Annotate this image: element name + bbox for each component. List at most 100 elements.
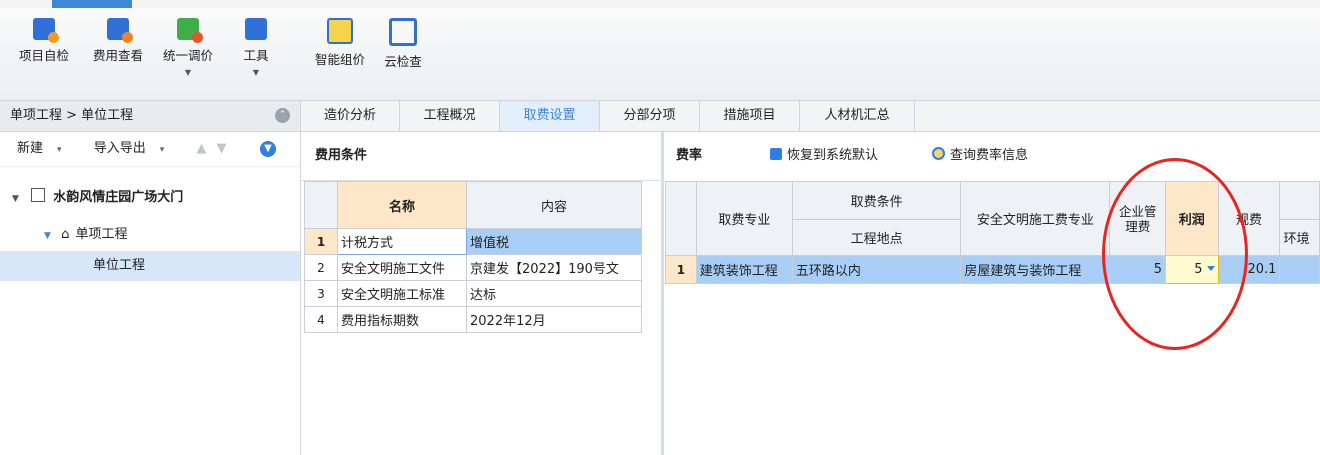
column-header-name: 名称 bbox=[337, 181, 467, 229]
row-number: 4 bbox=[304, 306, 338, 333]
project-self-check-label: 项目自检 bbox=[18, 48, 69, 63]
cell-location[interactable]: 五环路以内 bbox=[791, 255, 962, 284]
restore-label: 恢复到系统默认 bbox=[787, 148, 879, 163]
cell-name[interactable]: 安全文明施工文件 bbox=[337, 254, 467, 281]
column-header-group bbox=[1279, 181, 1320, 220]
tools-icon bbox=[245, 18, 267, 40]
row-number-header bbox=[304, 181, 338, 229]
cell-mgmt[interactable]: 5 bbox=[1109, 255, 1167, 284]
breadcrumb: 单项工程 > 单位工程 ⌃ bbox=[0, 101, 300, 132]
tree-item-unit[interactable]: 单位工程 bbox=[0, 251, 300, 281]
menu-bar bbox=[0, 0, 1320, 8]
table-row[interactable]: 4 费用指标期数 2022年12月 bbox=[304, 306, 642, 333]
download-icon[interactable]: ▼ bbox=[260, 141, 276, 157]
import-export-button[interactable]: 导入导出 ▾ bbox=[94, 141, 179, 156]
cell-specialty[interactable]: 建筑装饰工程 bbox=[695, 255, 793, 284]
move-down-icon[interactable]: ▼ bbox=[217, 141, 227, 156]
column-header-content: 内容 bbox=[466, 181, 642, 229]
smart-price-icon bbox=[327, 18, 353, 44]
profit-value: 5 bbox=[1194, 262, 1203, 277]
rates-table: 取费专业 取费条件 安全文明施工费专业 企业管理费 利润 规费 工程地点 环境 … bbox=[665, 181, 1320, 284]
smart-price-button[interactable]: 智能组价 bbox=[306, 14, 374, 68]
new-button[interactable]: 新建 ▾ bbox=[17, 141, 76, 156]
chevron-down-icon: ▾ bbox=[159, 145, 165, 155]
collapse-arrow-icon[interactable]: ▼ bbox=[44, 231, 51, 241]
row-number: 2 bbox=[304, 254, 338, 281]
tab-resource-summary[interactable]: 人材机汇总 bbox=[800, 101, 915, 131]
collapse-icon[interactable]: ⌃ bbox=[275, 108, 290, 123]
cloud-check-label: 云检查 bbox=[384, 54, 422, 69]
rates-title: 费率 bbox=[676, 148, 703, 163]
tab-fee-settings[interactable]: 取费设置 bbox=[500, 101, 600, 131]
active-menu-tab[interactable] bbox=[52, 0, 132, 8]
check-icon bbox=[33, 18, 59, 43]
price-adjust-button[interactable]: 统一调价 ▼ bbox=[156, 14, 220, 77]
tree-item-project[interactable]: ▼ 水韵风情庄园广场大门 bbox=[0, 183, 300, 213]
fee-view-icon bbox=[107, 18, 133, 43]
cell-safety[interactable]: 房屋建筑与装饰工程 bbox=[960, 255, 1111, 284]
fee-view-button[interactable]: 费用查看 bbox=[86, 14, 150, 64]
collapse-arrow-icon[interactable]: ▼ bbox=[12, 194, 19, 204]
column-header-fee: 规费 bbox=[1217, 181, 1281, 256]
query-label: 查询费率信息 bbox=[950, 148, 1029, 163]
cell-name[interactable]: 费用指标期数 bbox=[337, 306, 467, 333]
import-export-label: 导入导出 bbox=[93, 141, 146, 156]
new-label: 新建 bbox=[17, 141, 44, 156]
tab-cost-analysis[interactable]: 造价分析 bbox=[301, 101, 400, 131]
cell-env[interactable] bbox=[1279, 255, 1320, 284]
cell-profit[interactable]: 5 bbox=[1165, 255, 1219, 284]
column-header-safety: 安全文明施工费专业 bbox=[960, 181, 1111, 256]
tab-bar: 造价分析 工程概况 取费设置 分部分项 措施项目 人材机汇总 bbox=[301, 101, 1320, 132]
cell-fee[interactable]: 20.1 bbox=[1217, 255, 1281, 284]
tools-label: 工具 bbox=[243, 48, 269, 63]
tree-item-single[interactable]: ▼ ⌂ 单项工程 bbox=[0, 220, 300, 250]
column-header-profit: 利润 bbox=[1165, 181, 1219, 256]
table-row[interactable]: 1 建筑装饰工程 五环路以内 房屋建筑与装饰工程 5 5 20.1 bbox=[665, 255, 1320, 284]
table-row[interactable]: 1 计税方式 增值税 bbox=[304, 228, 642, 255]
column-header-env: 环境 bbox=[1279, 219, 1320, 256]
cell-content[interactable]: 增值税 bbox=[466, 228, 642, 255]
breadcrumb-text: 单项工程 > 单位工程 bbox=[10, 108, 134, 123]
tree-item-label: 单项工程 bbox=[75, 227, 128, 242]
home-icon: ⌂ bbox=[61, 227, 70, 242]
building-icon bbox=[31, 188, 46, 202]
fee-conditions-panel: 费用条件 名称 内容 1 计税方式 增值税 2 安全文明施工文件 京建发【202… bbox=[301, 132, 664, 455]
cell-content[interactable]: 2022年12月 bbox=[466, 306, 642, 333]
tools-button[interactable]: 工具 ▼ bbox=[236, 14, 276, 77]
chevron-down-icon: ▼ bbox=[184, 68, 192, 77]
project-self-check-button[interactable]: 项目自检 bbox=[12, 14, 76, 64]
row-number: 3 bbox=[304, 280, 338, 307]
cloud-check-icon bbox=[389, 18, 417, 46]
rates-toolbar: 费率 恢复到系统默认 查询费率信息 bbox=[664, 132, 1320, 180]
fee-conditions-table: 名称 内容 1 计税方式 增值税 2 安全文明施工文件 京建发【2022】190… bbox=[304, 181, 642, 333]
tab-sub-items[interactable]: 分部分项 bbox=[600, 101, 700, 131]
cell-content[interactable]: 达标 bbox=[466, 280, 642, 307]
project-tree-panel: 单项工程 > 单位工程 ⌃ 新建 ▾ 导入导出 ▾ ▲ ▼ ▼ ▼ 水韵风情庄园广场… bbox=[0, 101, 301, 455]
move-up-icon[interactable]: ▲ bbox=[196, 141, 206, 156]
chevron-down-icon: ▾ bbox=[57, 145, 62, 155]
ribbon-toolbar: 项目自检 费用查看 统一调价 ▼ 工具 ▼ 智能组价 云检查 bbox=[0, 8, 1320, 101]
tree-item-label: 水韵风情庄园广场大门 bbox=[53, 190, 184, 205]
search-icon bbox=[932, 147, 945, 160]
column-header-mgmt: 企业管理费 bbox=[1109, 181, 1167, 256]
chevron-down-icon: ▼ bbox=[252, 68, 260, 77]
table-row[interactable]: 2 安全文明施工文件 京建发【2022】190号文 bbox=[304, 254, 642, 281]
tree-item-label: 单位工程 bbox=[93, 258, 146, 273]
cloud-check-button[interactable]: 云检查 bbox=[378, 14, 428, 70]
rates-panel: 费率 恢复到系统默认 查询费率信息 取费专业 取费条件 安全文明施工费专业 企业… bbox=[664, 132, 1320, 455]
query-rate-button[interactable]: 查询费率信息 bbox=[932, 132, 1028, 180]
tab-project-overview[interactable]: 工程概况 bbox=[400, 101, 500, 131]
dropdown-icon[interactable] bbox=[1206, 266, 1215, 271]
row-number: 1 bbox=[304, 228, 338, 255]
price-adjust-label: 统一调价 bbox=[162, 48, 213, 63]
cell-name[interactable]: 计税方式 bbox=[337, 228, 467, 255]
cell-content[interactable]: 京建发【2022】190号文 bbox=[466, 254, 642, 281]
row-number: 1 bbox=[665, 255, 697, 284]
column-header-condition: 取费条件 bbox=[791, 181, 962, 220]
cell-name[interactable]: 安全文明施工标准 bbox=[337, 280, 467, 307]
fee-conditions-title: 费用条件 bbox=[301, 132, 661, 181]
smart-price-label: 智能组价 bbox=[314, 52, 365, 67]
tab-measures[interactable]: 措施项目 bbox=[700, 101, 800, 131]
table-row[interactable]: 3 安全文明施工标准 达标 bbox=[304, 280, 642, 307]
restore-default-button[interactable]: 恢复到系统默认 bbox=[770, 132, 878, 180]
